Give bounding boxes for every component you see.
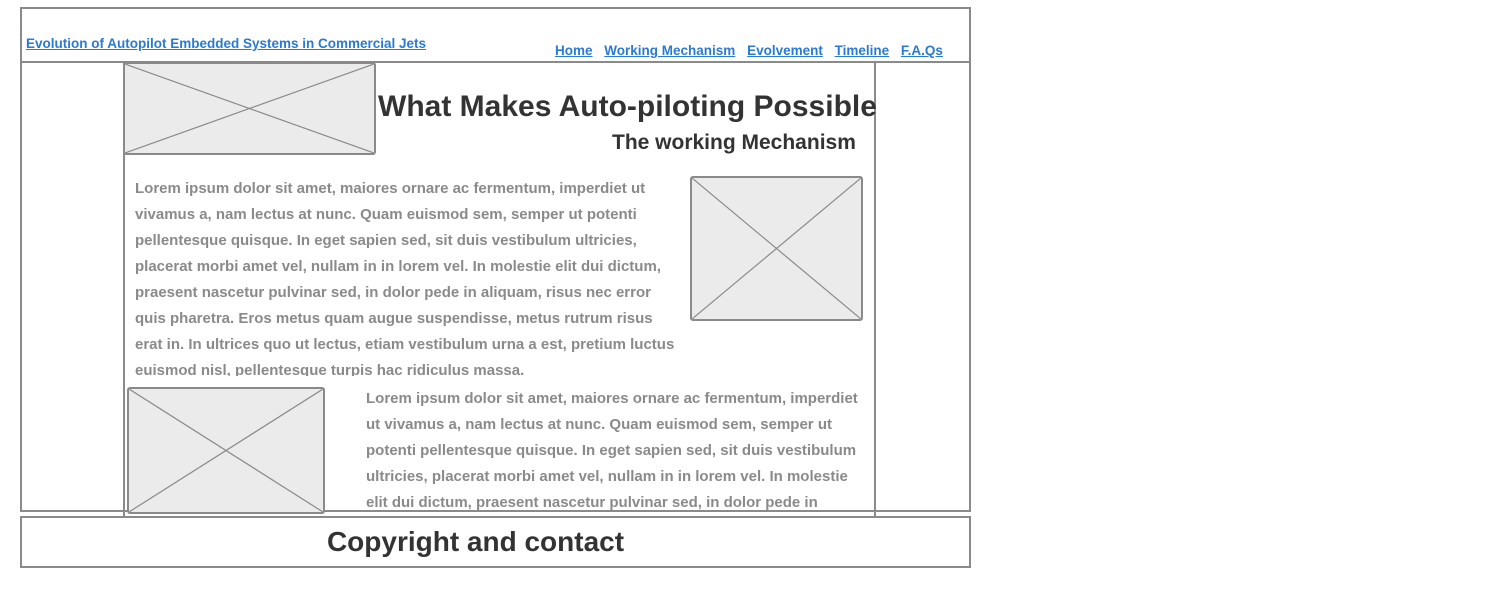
- image-placeholder-icon: [123, 62, 376, 155]
- site-title-link[interactable]: Evolution of Autopilot Embedded Systems …: [26, 36, 426, 51]
- nav-evolvement[interactable]: Evolvement: [747, 43, 823, 58]
- page-heading: What Makes Auto-piloting Possible: [378, 90, 877, 123]
- footer-text: Copyright and contact: [326, 526, 625, 557]
- nav-timeline[interactable]: Timeline: [835, 43, 890, 58]
- footer: Copyright and contact: [20, 516, 971, 568]
- main-nav: Home Working Mechanism Evolvement Timeli…: [555, 43, 951, 58]
- nav-faqs[interactable]: F.A.Qs: [901, 43, 943, 58]
- body-paragraph: Lorem ipsum dolor sit amet, maiores orna…: [135, 180, 675, 376]
- page-subheading: The working Mechanism: [612, 131, 856, 154]
- image-placeholder-icon: [690, 176, 863, 321]
- nav-home[interactable]: Home: [555, 43, 593, 58]
- body-paragraph: Lorem ipsum dolor sit amet, maiores orna…: [366, 390, 858, 511]
- nav-working-mechanism[interactable]: Working Mechanism: [604, 43, 735, 58]
- image-placeholder-icon: [127, 387, 325, 514]
